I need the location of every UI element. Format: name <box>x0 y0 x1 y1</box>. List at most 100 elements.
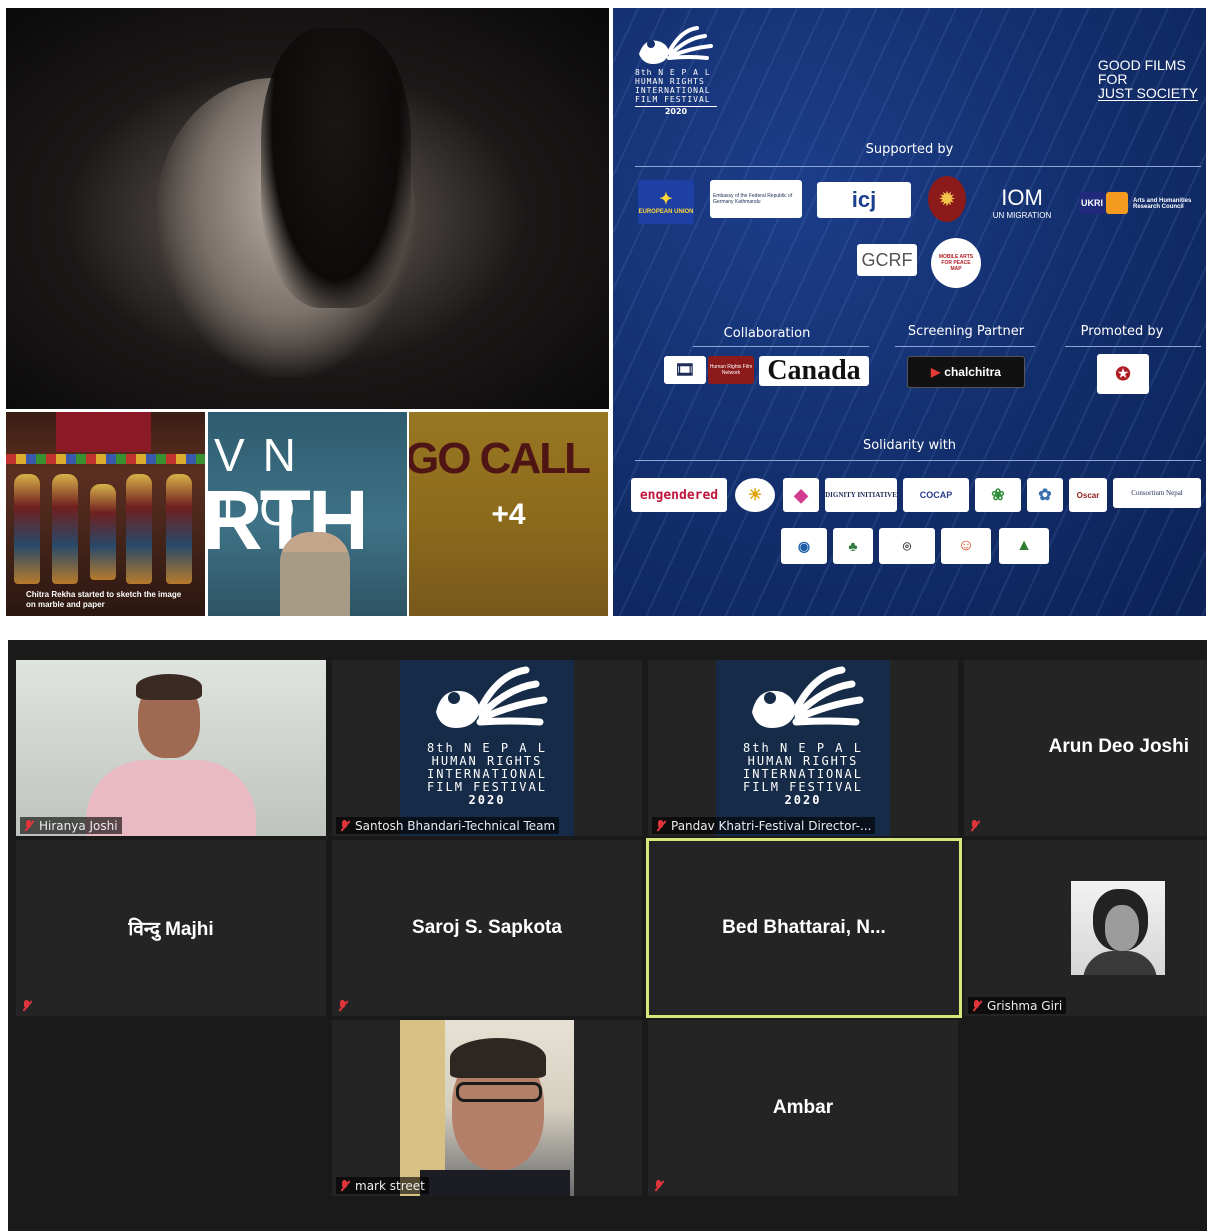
shared-screen-collage: Chitra Rekha started to sketch the image… <box>6 8 1206 616</box>
participant-tile-santosh[interactable]: 8th N E P A L HUMAN RIGHTS INTERNATIONAL… <box>332 660 642 836</box>
organization-logo-icon: ✿ <box>1027 478 1063 512</box>
collaboration-heading: Collaboration <box>723 326 811 341</box>
participant-name: Pandav Khatri-Festival Director-... <box>671 818 872 833</box>
nepal-emblem-icon: ✹ <box>928 176 966 222</box>
bird-logo-icon <box>436 666 548 728</box>
engendered-logo: engendered <box>631 478 727 512</box>
divider <box>895 346 1035 347</box>
human-rights-film-network-logo: Human Rights Film Network <box>708 356 754 384</box>
promoted-by-heading: Promoted by <box>1080 324 1164 339</box>
mic-muted-icon <box>970 999 983 1012</box>
participant-video <box>400 1020 574 1196</box>
participant-nameplate: Pandav Khatri-Festival Director-... <box>652 817 876 834</box>
mic-muted-icon <box>652 1179 665 1192</box>
dancer-figure <box>14 474 40 584</box>
participant-name: Grishma Giri <box>987 998 1063 1013</box>
tagline-line1: GOOD FILMS <box>1097 57 1186 73</box>
sourakhi-logo-icon: ❀ <box>975 478 1021 512</box>
eu-stars-icon: ✦ <box>659 191 673 208</box>
solidarity-with-heading: Solidarity with <box>862 438 957 453</box>
film-development-board-logo: ✪ <box>1097 354 1149 394</box>
prayer-flags <box>6 454 205 464</box>
participant-tile-grishma[interactable]: Grishma Giri <box>964 840 1207 1016</box>
participant-name-display: Saroj S. Sapkota <box>412 917 562 938</box>
participant-nameplate: mark street <box>336 1177 429 1194</box>
mic-muted-icon <box>20 999 33 1012</box>
participant-tile-arun[interactable]: Arun Deo Joshi <box>964 660 1207 836</box>
thumbnail-caption: Chitra Rekha started to sketch the image… <box>26 590 182 609</box>
festival-edition: 8th <box>635 68 653 77</box>
divider <box>635 460 1201 461</box>
diamond-logo-icon: ◆ <box>783 478 819 512</box>
profile-festival-logo: 8th N E P A L HUMAN RIGHTS INTERNATIONAL… <box>400 660 574 836</box>
mic-muted-icon <box>22 819 35 832</box>
iom-logo: IOM UN MIGRATION <box>992 184 1052 220</box>
festival-logo: 8th N E P A L HUMAN RIGHTS INTERNATIONAL… <box>635 24 735 116</box>
festival-sponsors-poster[interactable]: 8th N E P A L HUMAN RIGHTS INTERNATIONAL… <box>613 8 1206 616</box>
stage-curtain <box>56 412 151 452</box>
festival-title-line4: FILM FESTIVAL <box>635 95 711 104</box>
mic-muted-icon <box>968 819 981 832</box>
participant-video <box>16 660 326 836</box>
dignity-initiative-logo: DIGNITY INITIATIVE <box>825 478 897 512</box>
mountain-logo-icon: ▲ <box>999 528 1049 564</box>
film-camera-icon: 🎞 <box>664 356 706 384</box>
film-thumbnail-2[interactable]: VN TO RTH <box>208 412 407 616</box>
participant-nameplate: Santosh Bhandari-Technical Team <box>336 817 560 834</box>
video-person-hair <box>136 674 202 700</box>
festival-logo-text: 8th N E P A L HUMAN RIGHTS INTERNATIONAL… <box>427 741 547 807</box>
festival-title-line3: INTERNATIONAL <box>635 86 711 95</box>
mic-muted-icon <box>338 1179 351 1192</box>
participant-tile-pandav[interactable]: 8th N E P A L HUMAN RIGHTS INTERNATIONAL… <box>648 660 958 836</box>
participant-profile-photo <box>1071 881 1165 975</box>
german-embassy-logo: Embassy of the Federal Republic of Germa… <box>710 180 802 218</box>
participant-name-display: Ambar <box>772 1097 834 1118</box>
more-photos-count[interactable]: +4 <box>409 498 608 532</box>
participant-name: mark street <box>355 1178 425 1193</box>
participant-tile-bindu[interactable]: विन्दु Majhi <box>16 840 326 1016</box>
ngo-logo-icon: ◉ <box>781 528 827 564</box>
participant-name: Hiranya Joshi <box>39 818 118 833</box>
ahrc-logo: Arts and Humanities Research Council <box>1133 198 1192 210</box>
video-person-glasses <box>456 1082 542 1102</box>
video-person-hair <box>450 1038 546 1078</box>
video-person-jacket <box>420 1170 570 1196</box>
tagline-line2: FOR <box>1097 71 1128 87</box>
screening-partner-heading: Screening Partner <box>907 324 1025 339</box>
dancer-figure <box>126 474 152 584</box>
mic-muted-icon <box>338 819 351 832</box>
festival-year: 2020 <box>635 106 717 116</box>
festival-title-line2: HUMAN RIGHTS <box>635 77 705 86</box>
ahrc-mark-icon <box>1106 192 1128 214</box>
divider <box>1065 346 1201 347</box>
oscar-logo: Oscar <box>1069 478 1107 512</box>
supported-by-heading: Supported by <box>865 142 954 157</box>
participant-name-display: विन्दु Majhi <box>128 919 214 940</box>
film-still-hair <box>261 28 411 308</box>
bird-logo-icon <box>639 26 713 64</box>
participant-tile-mark[interactable]: mark street <box>332 1020 642 1196</box>
participant-name-display: Arun Deo Joshi <box>1048 736 1189 757</box>
festival-title-line1: N E P A L <box>658 68 711 77</box>
participant-tile-ambar[interactable]: Ambar <box>648 1020 958 1196</box>
eu-logo: ✦ EUROPEAN UNION <box>638 180 694 224</box>
photo-body <box>1083 951 1157 975</box>
tagline-line3: JUST SOCIETY <box>1097 85 1198 101</box>
participant-tile-bed-active-speaker[interactable]: Bed Bhattarai, N... <box>646 838 962 1018</box>
film-thumbnail-3[interactable]: GO CALL +4 <box>409 412 608 616</box>
gcrf-logo: GCRF <box>857 244 917 276</box>
dancer-figure <box>166 474 192 584</box>
film-thumbnail-1[interactable]: Chitra Rekha started to sketch the image… <box>6 412 205 616</box>
camera-logo-icon: ⌾ <box>879 528 935 564</box>
participant-tile-hiranya[interactable]: Hiranya Joshi <box>16 660 326 836</box>
dancer-figure <box>52 474 78 584</box>
participant-tile-saroj[interactable]: Saroj S. Sapkota <box>332 840 642 1016</box>
featured-film-still[interactable] <box>6 8 609 409</box>
festival-logo-text: 8th N E P A L HUMAN RIGHTS INTERNATIONAL… <box>743 741 863 807</box>
consortium-nepal-logo: Consortium Nepal <box>1113 478 1201 508</box>
icj-logo: icj <box>817 182 911 218</box>
dancer-figure <box>90 484 116 580</box>
photo-face <box>1105 905 1139 951</box>
chalchitra-logo: ▶ chalchitra <box>907 356 1025 388</box>
mic-muted-icon <box>654 819 667 832</box>
